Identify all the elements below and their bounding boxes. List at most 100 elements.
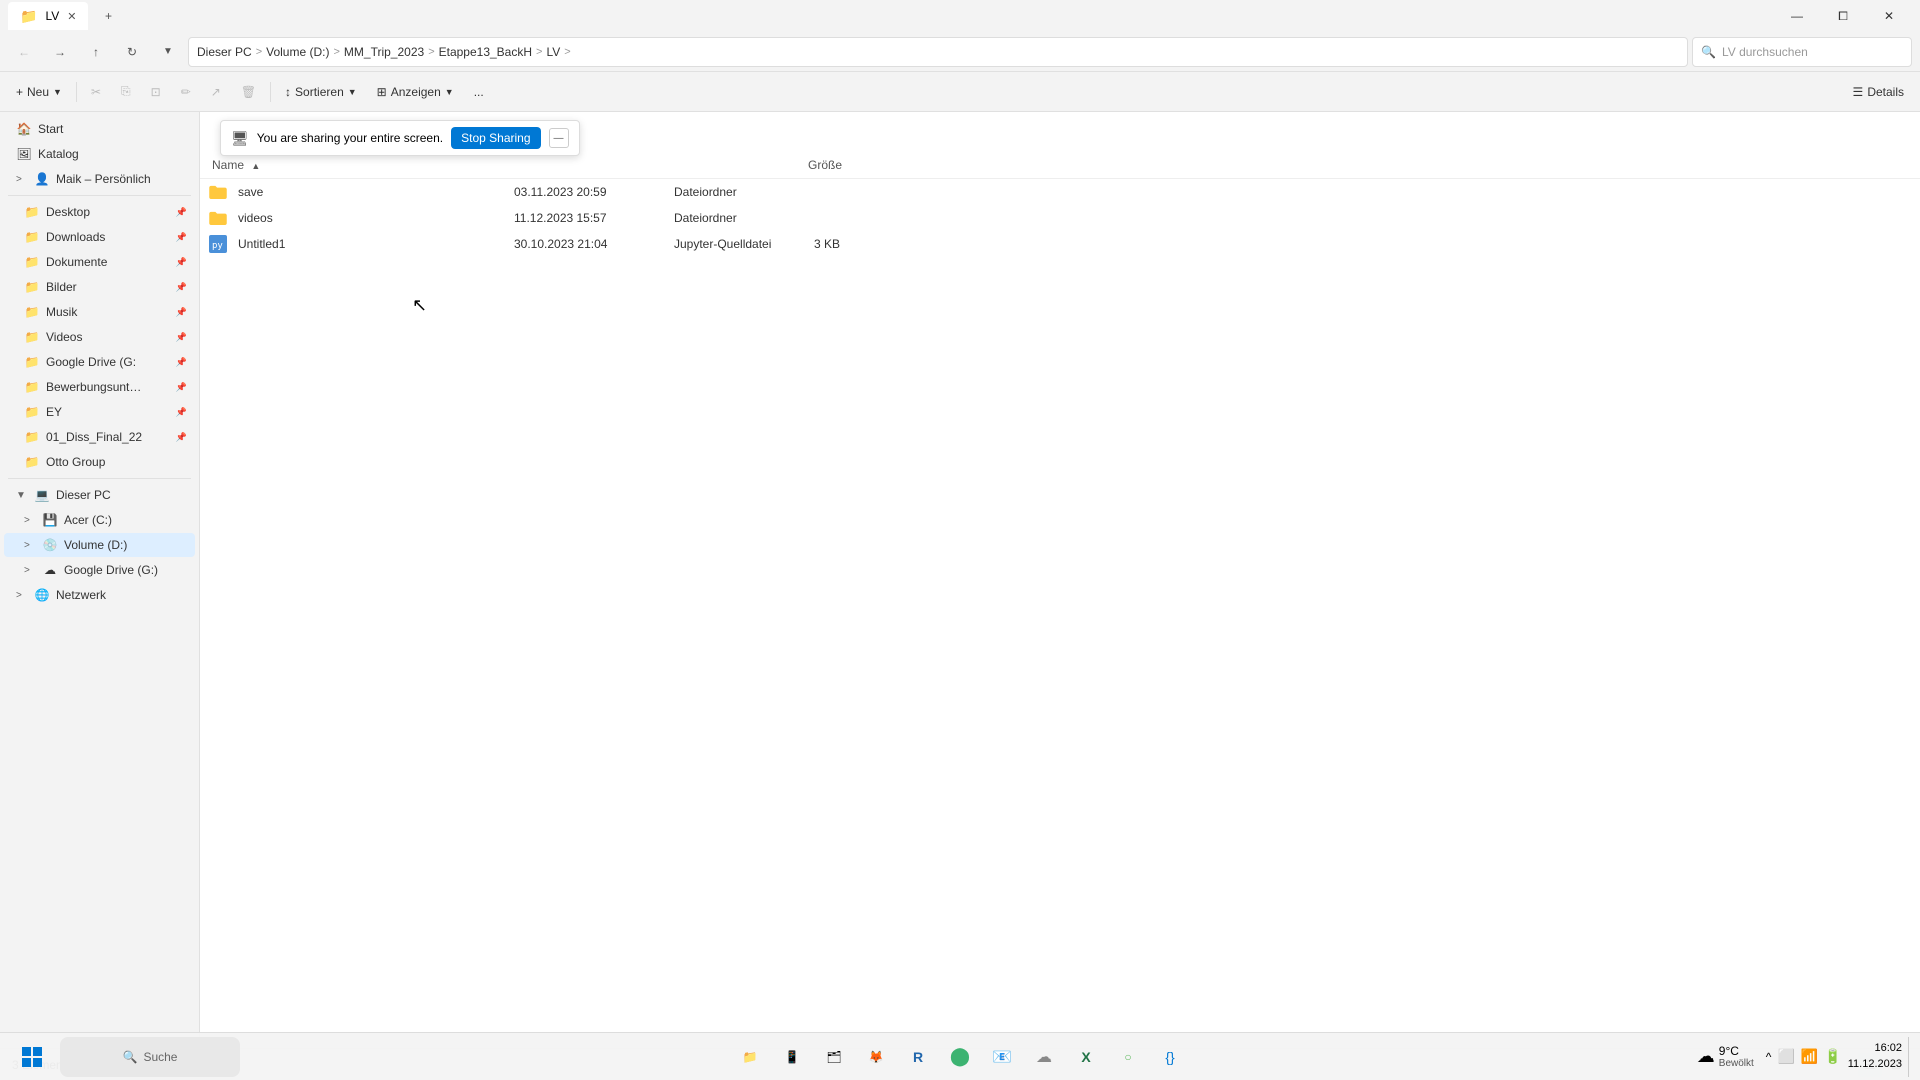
table-row[interactable]: py Untitled1 30.10.2023 21:04 Jupyter-Qu… xyxy=(200,231,1920,257)
column-header-name[interactable]: Name ▲ xyxy=(208,156,508,174)
sidebar-divider xyxy=(8,195,191,196)
sidebar-item-downloads[interactable]: 📁 Downloads 📌 xyxy=(4,225,195,249)
tab-close-icon[interactable]: ✕ xyxy=(67,10,76,23)
clock-date: 11.12.2023 xyxy=(1848,1057,1902,1072)
system-clock[interactable]: 16:02 11.12.2023 xyxy=(1848,1041,1902,1072)
new-tab-button[interactable]: + xyxy=(94,2,122,30)
taskbar-phone-button[interactable]: 📱 xyxy=(772,1037,812,1077)
sidebar-item-bilder[interactable]: 📁 Bilder 📌 xyxy=(4,275,195,299)
history-button[interactable]: ▼ xyxy=(152,36,184,68)
breadcrumb-sep-4: > xyxy=(536,46,542,58)
rename-button[interactable]: ✏ xyxy=(173,81,199,103)
sys-tray-expand[interactable]: ^ xyxy=(1766,1050,1772,1064)
taskbar-code-button[interactable]: {} xyxy=(1150,1037,1190,1077)
copy-button[interactable]: ⎘ xyxy=(113,80,139,103)
sidebar-item-googledrive[interactable]: 📁 Google Drive (G: 📌 xyxy=(4,350,195,374)
taskbar-green-button[interactable]: ⬤ xyxy=(940,1037,980,1077)
sidebar-item-start[interactable]: 🏠 Start xyxy=(4,117,195,141)
share-button[interactable]: ↗ xyxy=(203,81,229,103)
sidebar-item-volume-d[interactable]: > 💿 Volume (D:) xyxy=(4,533,195,557)
weather-widget[interactable]: ☁ 9°C Bewölkt xyxy=(1691,1044,1760,1069)
breadcrumb-sep-2: > xyxy=(333,46,339,58)
new-button[interactable]: + Neu ▼ xyxy=(8,81,70,103)
tab-title: LV xyxy=(45,9,59,23)
details-icon: ☰ xyxy=(1853,85,1864,99)
breadcrumb[interactable]: Dieser PC > Volume (D:) > MM_Trip_2023 >… xyxy=(188,37,1688,67)
breadcrumb-mm-trip[interactable]: MM_Trip_2023 xyxy=(344,45,424,59)
file-size-untitled1: 3 KB xyxy=(814,237,894,251)
file-list-header: Name ▲ Größe xyxy=(200,152,1920,179)
sidebar-item-videos[interactable]: 📁 Videos 📌 xyxy=(4,325,195,349)
sidebar-label-katalog: Katalog xyxy=(38,147,79,161)
cut-button[interactable]: ✂ xyxy=(83,81,109,103)
otto-folder-icon: 📁 xyxy=(24,454,40,470)
taskbar-excel-button[interactable]: X xyxy=(1066,1037,1106,1077)
sort-button[interactable]: ↕ Sortieren ▼ xyxy=(277,81,365,103)
column-header-size[interactable]: Größe xyxy=(808,158,888,172)
breadcrumb-etappe[interactable]: Etappe13_BackH xyxy=(439,45,532,59)
sidebar-label-dokumente: Dokumente xyxy=(46,255,107,269)
sidebar-item-netzwerk[interactable]: > 🌐 Netzwerk xyxy=(4,583,195,607)
sidebar-item-musik[interactable]: 📁 Musik 📌 xyxy=(4,300,195,324)
breadcrumb-sep-3: > xyxy=(428,46,434,58)
sort-arrow-icon: ▲ xyxy=(251,161,260,171)
up-button[interactable]: ↑ xyxy=(80,36,112,68)
minimize-button[interactable]: — xyxy=(1774,0,1820,32)
more-button[interactable]: ... xyxy=(466,81,492,103)
sort-chevron-icon: ▼ xyxy=(348,87,357,97)
breadcrumb-lv[interactable]: LV xyxy=(546,45,560,59)
search-bar[interactable]: 🔍 LV durchsuchen xyxy=(1692,37,1912,67)
file-name-videos: videos xyxy=(234,209,514,227)
sidebar-item-desktop[interactable]: 📁 Desktop 📌 xyxy=(4,200,195,224)
gdrive-icon: ☁ xyxy=(42,562,58,578)
view-button[interactable]: ⊞ Anzeigen ▼ xyxy=(369,81,462,103)
close-button[interactable]: ✕ xyxy=(1866,0,1912,32)
breadcrumb-volume-d[interactable]: Volume (D:) xyxy=(266,45,329,59)
sidebar-item-dokumente[interactable]: 📁 Dokumente 📌 xyxy=(4,250,195,274)
refresh-button[interactable]: ↻ xyxy=(116,36,148,68)
bewerbung-folder-icon: 📁 xyxy=(24,379,40,395)
expand-gdrive-icon: > xyxy=(24,565,36,576)
maximize-button[interactable]: ⧠ xyxy=(1820,0,1866,32)
pin-icon: 📌 xyxy=(176,207,187,218)
sidebar-item-acer-c[interactable]: > 💾 Acer (C:) xyxy=(4,508,195,532)
tab-folder-icon: 📁 xyxy=(20,8,37,25)
taskbar-r-button[interactable]: R xyxy=(898,1037,938,1077)
title-bar: 📁 LV ✕ + — ⧠ ✕ xyxy=(0,0,1920,32)
pin-icon-6: 📌 xyxy=(176,332,187,343)
taskbar-outlook-button[interactable]: 📧 xyxy=(982,1037,1022,1077)
sidebar-item-maik[interactable]: > 👤 Maik – Persönlich xyxy=(4,167,195,191)
sidebar-item-diss[interactable]: 📁 01_Diss_Final_22 📌 xyxy=(4,425,195,449)
taskbar-gallery-button[interactable]: 🗂 xyxy=(814,1037,854,1077)
sidebar-item-dieser-pc[interactable]: ▼ 💻 Dieser PC xyxy=(4,483,195,507)
sidebar-item-otto[interactable]: 📁 Otto Group xyxy=(4,450,195,474)
paste-button[interactable]: ⊡ xyxy=(143,81,169,103)
desktop-folder-icon: 📁 xyxy=(24,204,40,220)
file-date-untitled1: 30.10.2023 21:04 xyxy=(514,237,674,251)
window-tab[interactable]: 📁 LV ✕ xyxy=(8,2,88,30)
search-taskbar-button[interactable]: 🔍 Suche xyxy=(60,1037,240,1077)
breadcrumb-dieser-pc[interactable]: Dieser PC xyxy=(197,45,252,59)
bilder-folder-icon: 📁 xyxy=(24,279,40,295)
forward-button[interactable]: → xyxy=(44,36,76,68)
taskbar-stats-button[interactable]: ○ xyxy=(1108,1037,1148,1077)
taskbar-cloud-button[interactable]: ☁ xyxy=(1024,1037,1064,1077)
table-row[interactable]: videos 11.12.2023 15:57 Dateiordner xyxy=(200,205,1920,231)
taskbar-files-button[interactable]: 📁 xyxy=(730,1037,770,1077)
table-row[interactable]: save 03.11.2023 20:59 Dateiordner xyxy=(200,179,1920,205)
sidebar-item-ey[interactable]: 📁 EY 📌 xyxy=(4,400,195,424)
sidebar-item-bewerbung[interactable]: 📁 Bewerbungsunt… 📌 xyxy=(4,375,195,399)
taskbar-firefox-button[interactable]: 🦊 xyxy=(856,1037,896,1077)
sidebar-item-googledrive-g[interactable]: > ☁ Google Drive (G:) xyxy=(4,558,195,582)
show-desktop-button[interactable] xyxy=(1908,1037,1912,1077)
back-button[interactable]: ← xyxy=(8,36,40,68)
sidebar-item-katalog[interactable]: 🖼 Katalog xyxy=(4,142,195,166)
taskbar-left: 🔍 Suche xyxy=(8,1037,240,1077)
banner-minimize-button[interactable]: — xyxy=(549,128,569,148)
taskbar-center: 📁 📱 🗂 🦊 R ⬤ 📧 ☁ X ○ {} xyxy=(730,1037,1190,1077)
file-date-videos: 11.12.2023 15:57 xyxy=(514,211,674,225)
stop-sharing-button[interactable]: Stop Sharing xyxy=(451,127,540,149)
delete-button[interactable]: 🗑 xyxy=(233,81,264,103)
details-toggle[interactable]: ☰ Details xyxy=(1845,81,1912,103)
start-button[interactable] xyxy=(8,1037,56,1077)
